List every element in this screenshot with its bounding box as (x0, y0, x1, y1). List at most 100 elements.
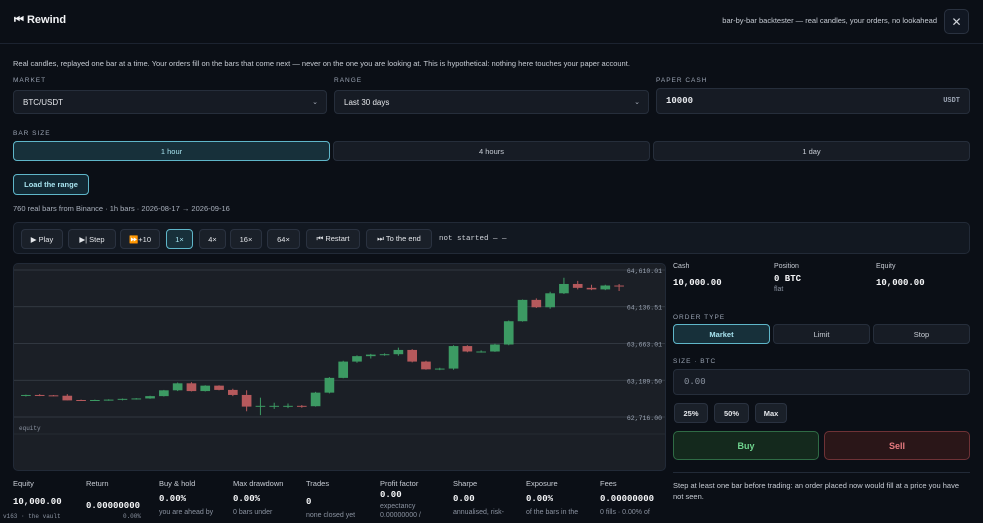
account-equity-value: 10,000.00 (876, 278, 925, 288)
stat-value: 0.00% (233, 494, 261, 504)
stat-value: 0.00% (159, 494, 187, 504)
step-10-button[interactable]: ⏩+10 (120, 229, 160, 249)
chevron-down-icon: ⌄ (634, 99, 640, 106)
play-button[interactable]: ▶ Play (21, 229, 63, 249)
candle-body (559, 283, 569, 294)
stat-value: 0 (306, 497, 312, 507)
step-button[interactable]: ▶| Step (68, 229, 116, 249)
y-tick-label: 64,610.01 (627, 268, 662, 275)
size-input[interactable]: 0.00 (673, 369, 970, 395)
candle-body (76, 400, 86, 402)
stat-sub: 0 bars under (233, 509, 273, 516)
candle-body (352, 356, 362, 362)
speed-1x-button[interactable]: 1× (166, 229, 193, 249)
candle-body (517, 299, 528, 322)
stat-sub: you are ahead by (159, 509, 214, 516)
bar-size-4h-label: 4 hours (478, 146, 505, 156)
candle-body (572, 283, 583, 288)
range-value: Last 30 days (344, 97, 390, 107)
restart-button[interactable]: ⏮ Restart (306, 229, 360, 249)
to-end-button[interactable]: ⏭ To the end (366, 229, 432, 249)
size-50-button[interactable]: 50% (714, 403, 749, 423)
size-25-button[interactable]: 25% (674, 403, 708, 423)
stat-value: 10,000.00 (13, 497, 62, 507)
candle-body (241, 394, 252, 407)
close-button[interactable]: ✕ (944, 9, 969, 34)
replay-status: not started — — (439, 235, 507, 243)
stat-value: 0.00000000 (600, 494, 655, 504)
size-label: SIZE · BTC (673, 358, 717, 365)
chevron-down-icon: ⌄ (312, 99, 318, 106)
candle-body (531, 299, 542, 308)
speed-64x-button[interactable]: 64× (267, 229, 300, 249)
account-position-sub: flat (774, 286, 784, 293)
panel-divider (673, 472, 970, 473)
candle-body (490, 344, 500, 352)
order-type-limit[interactable]: Limit (773, 324, 870, 344)
candle-body (586, 287, 597, 290)
stat-sub: none closed yet (306, 512, 356, 519)
candle-body (269, 405, 280, 407)
stat-label: Max drawdown (233, 479, 284, 488)
candle-body (393, 349, 404, 355)
bar-size-1d[interactable]: 1 day (653, 141, 970, 161)
speed-16x-button[interactable]: 16× (230, 229, 262, 249)
order-type-stop[interactable]: Stop (873, 324, 970, 344)
candle-body (296, 405, 307, 407)
speed-4x-button[interactable]: 4× (199, 229, 226, 249)
range-label: RANGE (334, 77, 363, 84)
stat-sub: annualised, risk- (453, 509, 504, 516)
account-cash: Cash 10,000.00 (673, 263, 722, 288)
load-range-button[interactable]: Load the range (13, 174, 89, 195)
stat-label: Trades (306, 479, 330, 488)
sparkline-value: 0.00% (122, 513, 141, 520)
buy-button[interactable]: Buy (673, 431, 819, 460)
candle-body (310, 392, 321, 407)
candle-body (448, 346, 459, 369)
y-tick-label: 63,189.50 (627, 378, 662, 385)
paper-cash-value: 10000 (666, 96, 694, 106)
sell-button[interactable]: Sell (824, 431, 970, 460)
candle-body (103, 399, 114, 401)
candle-body (21, 394, 31, 396)
stat-sub: 0 fills · 0.00% of (600, 509, 650, 516)
app-tagline: bar-by-bar backtester — real candles, yo… (722, 16, 937, 25)
candle-body (34, 394, 45, 396)
candle-body (462, 346, 473, 352)
candle-body (434, 368, 445, 370)
bar-size-1h-label: 1 hour (160, 146, 183, 156)
candle-body (48, 395, 59, 397)
range-select[interactable]: Last 30 days ⌄ (334, 90, 649, 114)
candle-body (90, 400, 100, 402)
candle-body (545, 293, 555, 308)
stat-label: Fees (600, 479, 617, 488)
account-position-label: Position (774, 263, 799, 270)
close-icon: ✕ (951, 14, 962, 29)
paper-cash-unit: USDT (943, 97, 960, 105)
candle-body (214, 385, 224, 390)
candle-body (200, 385, 211, 392)
market-label: MARKET (13, 77, 47, 84)
bar-size-4h[interactable]: 4 hours (333, 141, 650, 161)
stat-return: Return 0.00000000 (86, 479, 140, 511)
playback-controls: ▶ Play ▶| Step ⏩+10 1× 4× 16× 64× ⏮ Rest… (13, 222, 970, 254)
candle-body (338, 361, 349, 378)
stat-label: Return (86, 479, 109, 488)
order-type-market[interactable]: Market (673, 324, 770, 344)
paper-cash-input[interactable]: 10000 USDT (656, 88, 970, 114)
app-title: ⏮ Rewind (14, 14, 67, 26)
stat-value: 0.00% (526, 494, 554, 504)
candlestick-chart[interactable]: 64,610.01 64,136.51 63,663.01 63,189.50 62,7… (13, 263, 666, 471)
stat-value: 0.00 (453, 494, 475, 504)
market-select[interactable]: BTC/USDT ⌄ (13, 90, 327, 114)
order-hint: Step at least one bar before trading: an… (673, 481, 960, 501)
candle-body (365, 354, 376, 357)
candle-body (228, 389, 238, 395)
y-tick-label: 63,663.01 (627, 341, 662, 348)
size-max-button[interactable]: Max (755, 403, 787, 423)
equity-sparkline-caption: v163 · the vault 0.00% (3, 513, 141, 520)
bar-size-1h[interactable]: 1 hour (13, 141, 330, 161)
stat-label: Equity (13, 479, 34, 488)
bar-size-1d-label: 1 day (802, 146, 821, 156)
market-value: BTC/USDT (23, 97, 63, 107)
